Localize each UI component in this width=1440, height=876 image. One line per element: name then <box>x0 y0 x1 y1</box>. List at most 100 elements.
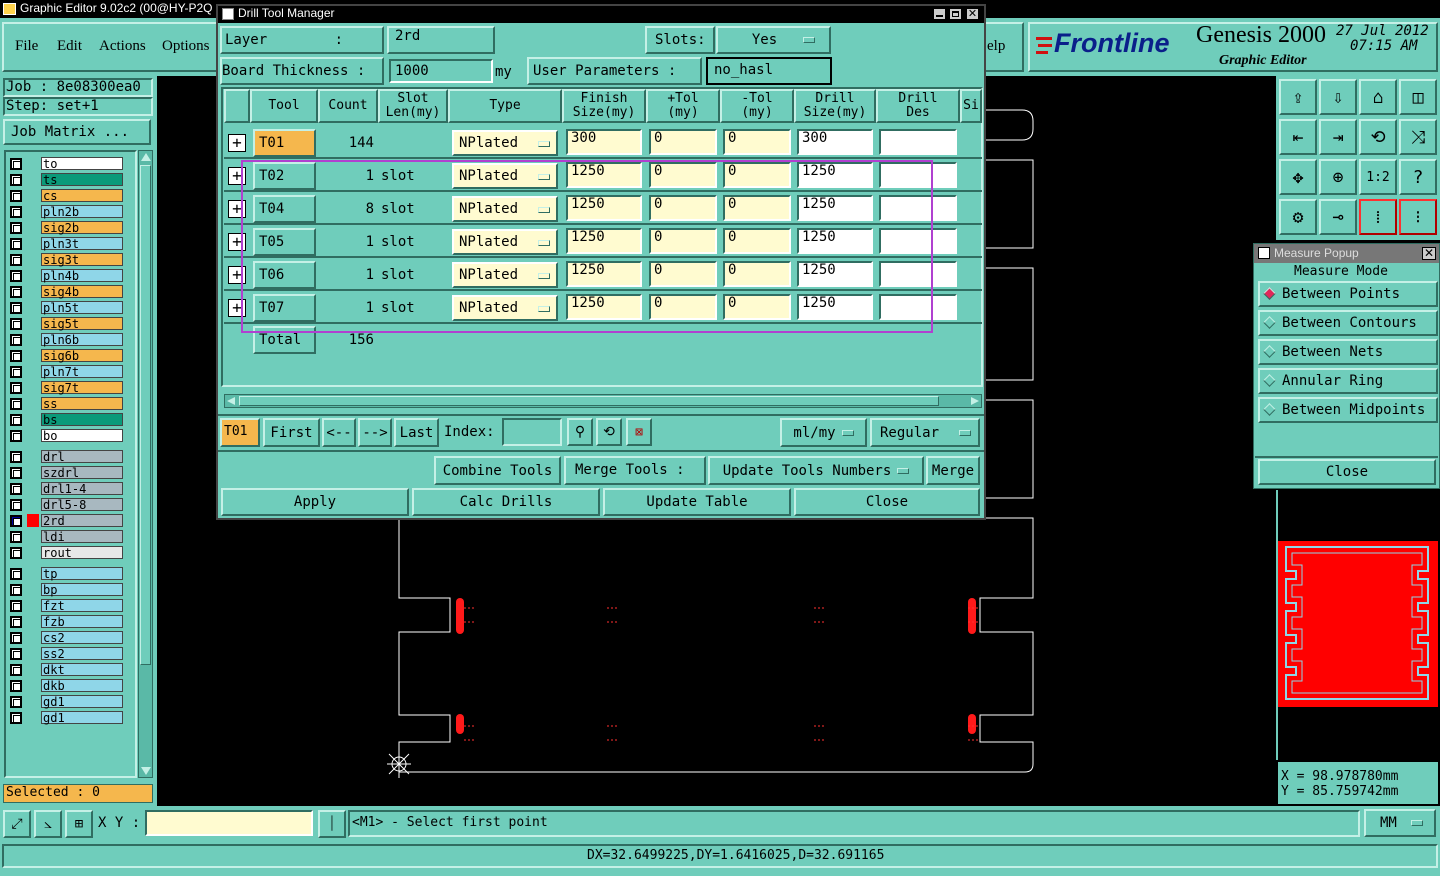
drill-size-input[interactable]: 1250 <box>797 162 873 188</box>
layers-compare-icon[interactable]: ⁝ <box>1399 199 1437 235</box>
layer-name[interactable]: sig7t <box>41 381 123 395</box>
layer-row[interactable]: pln3t <box>6 236 123 251</box>
layer-checkbox[interactable] <box>10 631 22 644</box>
update-table-button[interactable]: Update Table <box>603 488 791 516</box>
layer-checkbox[interactable] <box>10 397 22 410</box>
layer-row[interactable]: ss2 <box>6 646 123 661</box>
layer-row[interactable]: ldi <box>6 529 123 544</box>
layers-icon[interactable]: ⁞ <box>1359 199 1397 235</box>
tool-id-button[interactable]: T06 <box>253 261 316 289</box>
measure-option[interactable]: Between Points <box>1258 281 1438 307</box>
scale-icon[interactable]: 1:2 <box>1359 159 1397 195</box>
layer-checkbox[interactable] <box>10 429 22 442</box>
rotate-icon[interactable]: ⟲ <box>1359 119 1397 155</box>
layer-row[interactable]: sig3t <box>6 252 123 267</box>
expand-row-icon[interactable]: + <box>228 233 246 251</box>
layer-row[interactable]: sig5t <box>6 316 123 331</box>
layer-checkbox[interactable] <box>10 711 22 724</box>
combine-tools-button[interactable]: Combine Tools <box>434 456 561 485</box>
drill-size-input[interactable]: 1250 <box>797 228 873 254</box>
layer-checkbox[interactable] <box>10 647 22 660</box>
drill-size-input[interactable]: 1250 <box>797 195 873 221</box>
layer-name[interactable]: sig4b <box>41 285 123 299</box>
layer-row[interactable]: sig7t <box>6 380 123 395</box>
layer-row[interactable]: bp <box>6 582 123 597</box>
apply-button[interactable]: Apply <box>221 488 409 516</box>
layer-row[interactable]: gd1 <box>6 694 123 709</box>
layer-row[interactable]: szdrl <box>6 465 123 480</box>
layer-checkbox[interactable] <box>10 413 22 426</box>
measure-option[interactable]: Between Nets <box>1258 339 1438 365</box>
plus-tol-input[interactable]: 0 <box>649 294 717 320</box>
finish-size-input[interactable]: 1250 <box>566 228 642 254</box>
drill-des-input[interactable] <box>879 162 957 188</box>
layer-name[interactable]: drl <box>41 450 123 464</box>
layer-name[interactable]: dkb <box>41 679 123 693</box>
layer-name[interactable]: 2rd <box>41 514 123 528</box>
menu-help[interactable]: elp <box>987 38 1005 55</box>
layer-name[interactable]: ldi <box>41 530 123 544</box>
expand-row-icon[interactable]: + <box>228 266 246 284</box>
layer-row[interactable]: dkt <box>6 662 123 677</box>
layer-checkbox[interactable] <box>10 317 22 330</box>
layer-name[interactable]: drl1-4 <box>41 482 123 496</box>
layer-row[interactable]: cs <box>6 188 123 203</box>
layer-name[interactable]: pln5t <box>41 301 123 315</box>
minimize-icon[interactable] <box>933 8 946 20</box>
snap-tool-icon[interactable]: ⦣ <box>34 810 62 838</box>
calc-drills-button[interactable]: Calc Drills <box>412 488 600 516</box>
layer-row[interactable]: drl <box>6 449 123 464</box>
expand-row-icon[interactable]: + <box>228 299 246 317</box>
layer-row[interactable]: bs <box>6 412 123 427</box>
finish-size-input[interactable]: 1250 <box>566 261 642 287</box>
layer-row[interactable]: drl5-8 <box>6 497 123 512</box>
zoom-tool-icon[interactable]: ⤢ <box>3 810 31 838</box>
search-icon[interactable]: ⚲ <box>567 418 593 446</box>
drill-des-input[interactable] <box>879 129 957 155</box>
update-numbers-dropdown[interactable]: Update Tools Numbers <box>708 456 924 485</box>
table-hscrollbar[interactable] <box>224 394 982 408</box>
help-icon[interactable]: ? <box>1399 159 1437 195</box>
expand-row-icon[interactable]: + <box>228 134 246 152</box>
layer-checkbox[interactable] <box>10 173 22 186</box>
first-button[interactable]: First <box>263 418 320 447</box>
measure-option[interactable]: Annular Ring <box>1258 368 1438 394</box>
plus-tol-input[interactable]: 0 <box>649 228 717 254</box>
expand-row-icon[interactable]: + <box>228 200 246 218</box>
layer-checkbox[interactable] <box>10 679 22 692</box>
units-selector[interactable]: MM <box>1364 809 1436 837</box>
layer-name[interactable]: ss <box>41 397 123 411</box>
layer-name[interactable]: pln3t <box>41 237 123 251</box>
xy-input[interactable] <box>145 810 313 836</box>
refresh-icon[interactable]: ⟲ <box>596 418 622 446</box>
drill-des-input[interactable] <box>879 228 957 254</box>
layer-checkbox[interactable] <box>10 221 22 234</box>
layer-scrollbar[interactable] <box>138 150 153 778</box>
expand-row-icon[interactable]: + <box>228 167 246 185</box>
layer-name[interactable]: bs <box>41 413 123 427</box>
layer-name[interactable]: gd1 <box>41 711 123 725</box>
prev-button[interactable]: <-- <box>322 418 356 447</box>
layer-name[interactable]: sig2b <box>41 221 123 235</box>
slots-selector[interactable]: Yes <box>716 26 831 54</box>
menu-edit[interactable]: Edit <box>57 38 82 55</box>
export-icon[interactable]: ⇩ <box>1319 79 1357 115</box>
layer-name[interactable]: rout <box>41 546 123 560</box>
layer-checkbox[interactable] <box>10 157 22 170</box>
layer-row[interactable]: sig2b <box>6 220 123 235</box>
finish-size-input[interactable]: 1250 <box>566 195 642 221</box>
layer-checkbox[interactable] <box>10 615 22 628</box>
import-icon[interactable]: ⇪ <box>1279 79 1317 115</box>
layer-name[interactable]: pln4b <box>41 269 123 283</box>
layer-checkbox[interactable] <box>10 663 22 676</box>
layer-value[interactable]: 2rd <box>395 28 420 44</box>
layer-row[interactable]: 2rd <box>6 513 123 528</box>
plus-tol-input[interactable]: 0 <box>649 195 717 221</box>
menu-file[interactable]: File <box>15 38 38 55</box>
layer-row[interactable]: tp <box>6 566 123 581</box>
plus-tol-input[interactable]: 0 <box>649 129 717 155</box>
measure-close-icon[interactable]: ✕ <box>1422 247 1436 260</box>
drill-size-input[interactable]: 1250 <box>797 261 873 287</box>
layer-row[interactable]: sig6b <box>6 348 123 363</box>
plus-tol-input[interactable]: 0 <box>649 162 717 188</box>
